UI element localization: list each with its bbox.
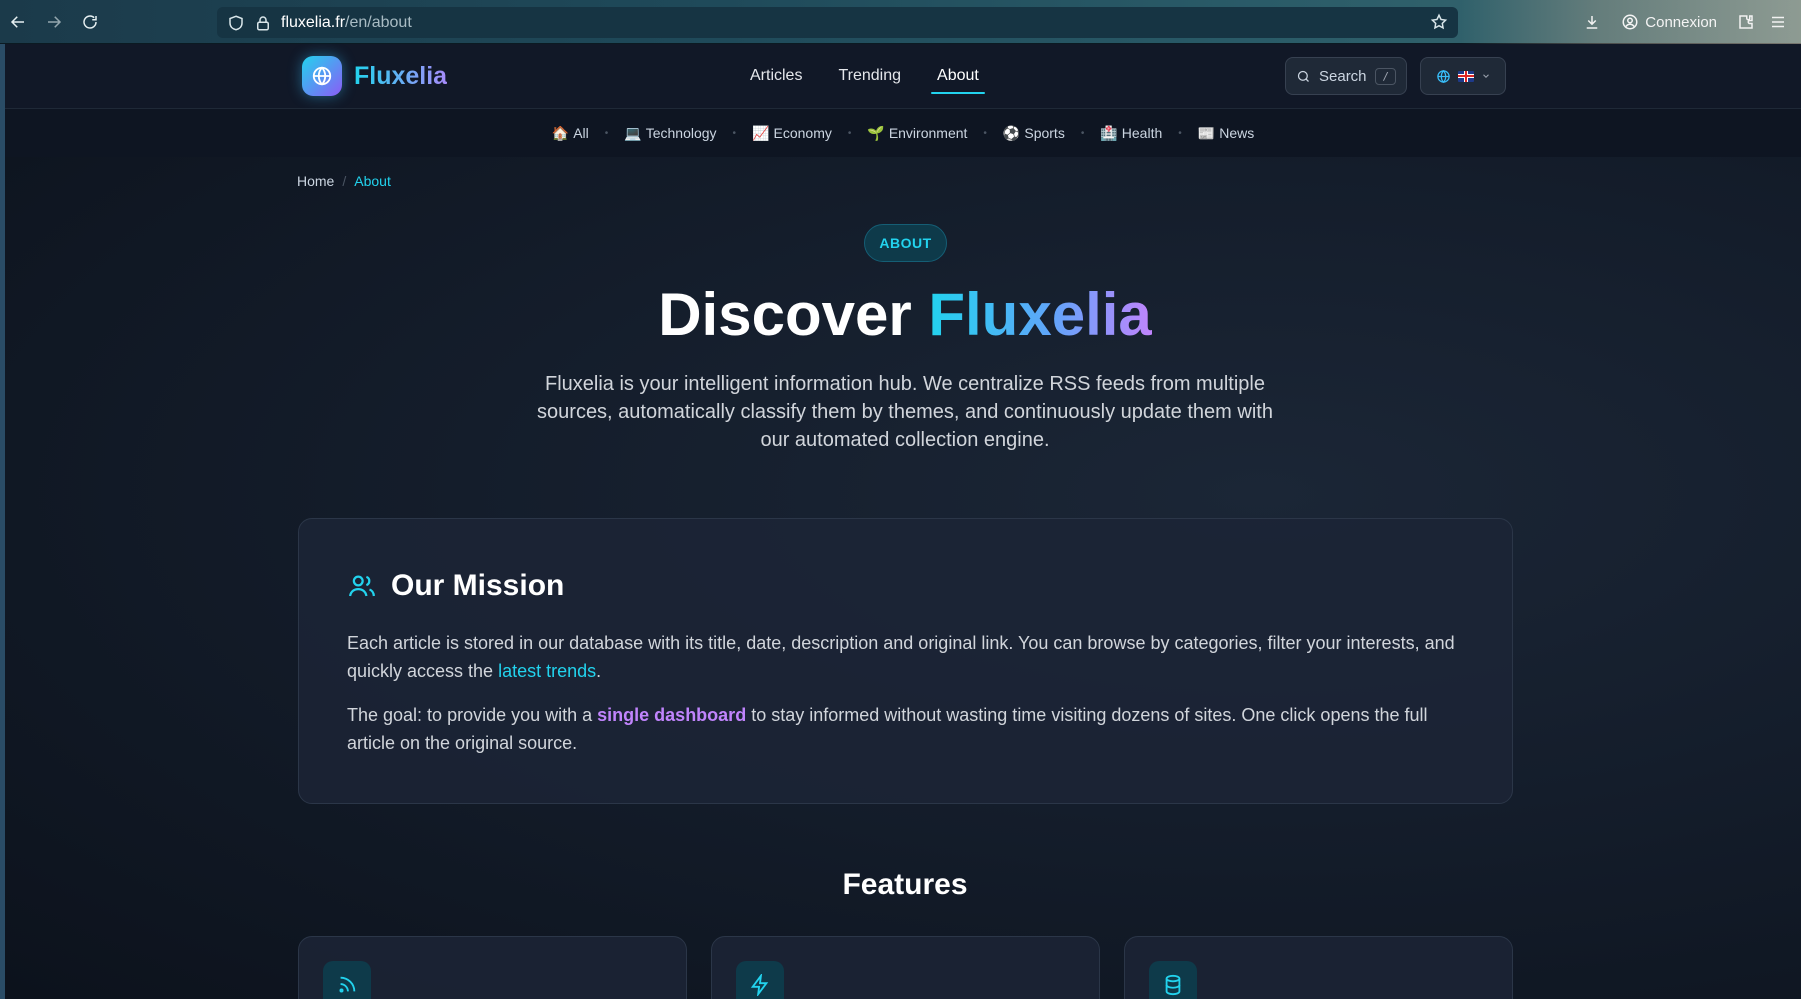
lightning-icon [736,961,784,999]
category-emoji: 📰 [1197,124,1216,141]
separator-dot: • [604,127,609,139]
chevron-down-icon [1482,74,1489,78]
category-emoji: ⚽ [1002,124,1021,141]
category-label: Environment [888,125,968,141]
mission-header: Our Mission [347,569,564,603]
search-icon [1297,70,1309,82]
language-selector[interactable] [1420,57,1506,95]
mission-paragraph-1: Each article is stored in our database w… [347,629,1467,685]
users-icon [347,571,377,601]
category-label: Health [1121,125,1163,141]
separator-dot: • [1178,127,1182,139]
about-badge: ABOUT [864,224,947,262]
site-header: Fluxelia Articles Trending About Search … [5,44,1801,109]
title-plain: Discover [658,281,929,348]
uk-flag-icon [1457,70,1474,82]
category-label: News [1219,125,1255,141]
separator-dot: • [847,127,852,139]
separator-dot: • [732,127,737,139]
download-icon[interactable] [1581,11,1603,33]
nav-about[interactable]: About [919,44,997,108]
extensions-icon[interactable] [1735,11,1757,33]
breadcrumb: Home / About [297,173,391,189]
category-health[interactable]: 🏥 Health [1094,121,1168,146]
page-title: Discover Fluxelia [0,280,1801,349]
category-label: All [573,125,589,141]
category-all[interactable]: 🏠 All [546,121,595,146]
mission-text: The goal: to provide you with a [347,705,598,725]
menu-icon[interactable] [1767,11,1789,33]
latest-trends-link[interactable]: latest trends [498,661,596,681]
reload-icon [83,14,97,29]
reload-button[interactable] [72,0,108,44]
breadcrumb-home[interactable]: Home [297,173,334,189]
category-emoji: 📈 [752,124,770,141]
browser-right-tools: Connexion [1461,0,1801,44]
arrow-left-icon [10,15,24,28]
database-icon [1149,961,1197,999]
search-shortcut: / [1375,67,1396,85]
brand-logo[interactable]: Fluxelia [302,56,447,96]
feature-card-database [1124,936,1513,999]
category-environment[interactable]: 🌱 Environment [861,121,973,146]
nav-trending[interactable]: Trending [820,44,919,108]
single-dashboard-highlight: single dashboard [597,705,747,725]
back-button[interactable] [0,0,36,44]
browser-toolbar: fluxelia.fr/en/about Connexion [0,0,1801,44]
mission-paragraph-2: The goal: to provide you with a single d… [347,701,1467,757]
nav-articles[interactable]: Articles [732,44,820,108]
category-label: Technology [645,125,717,141]
category-emoji: 🏥 [1100,124,1118,141]
category-economy[interactable]: 📈 Economy [746,121,838,146]
address-bar[interactable]: fluxelia.fr/en/about [217,7,1458,38]
category-emoji: 🌱 [867,124,885,141]
category-bar: 🏠 All • 💻 Technology • 📈 Economy • 🌱 Environ… [5,109,1801,157]
mission-title: Our Mission [391,569,565,602]
url-path: /en/about [345,13,412,31]
main-nav: Articles Trending About [732,44,997,108]
shield-icon[interactable] [227,14,245,32]
category-technology[interactable]: 💻 Technology [618,121,722,146]
category-label: Sports [1024,125,1065,141]
feature-card-rss [298,936,687,999]
account-button[interactable]: Connexion [1613,9,1725,35]
breadcrumb-current: About [354,173,391,189]
separator-dot: • [983,127,987,139]
globe-icon [1436,69,1450,83]
breadcrumb-separator: / [342,173,347,189]
account-label: Connexion [1645,13,1717,31]
category-label: Economy [773,125,832,141]
separator-dot: • [1080,127,1085,139]
category-sports[interactable]: ⚽ Sports [997,121,1071,146]
mission-card: Our Mission Each article is stored in ou… [298,518,1513,804]
url-host: fluxelia.fr [281,13,346,31]
bookmark-star-icon[interactable] [1430,13,1448,31]
arrow-right-icon [48,15,62,28]
globe-icon [302,56,342,96]
search-label: Search [1319,67,1367,85]
title-brand: Fluxelia [928,281,1152,348]
category-emoji: 💻 [624,124,642,141]
rss-icon [323,961,371,999]
category-news[interactable]: 📰 News [1192,121,1260,146]
lock-icon[interactable] [254,14,272,32]
account-icon [1622,14,1638,30]
brand-name: Fluxelia [354,61,448,90]
mission-text: . [596,661,602,681]
forward-button[interactable] [36,0,72,44]
hero-subtitle: Fluxelia is your intelligent information… [537,373,1273,451]
category-emoji: 🏠 [551,124,570,141]
feature-card-realtime [711,936,1100,999]
features-title: Features [842,868,968,901]
search-button[interactable]: Search / [1285,57,1407,95]
